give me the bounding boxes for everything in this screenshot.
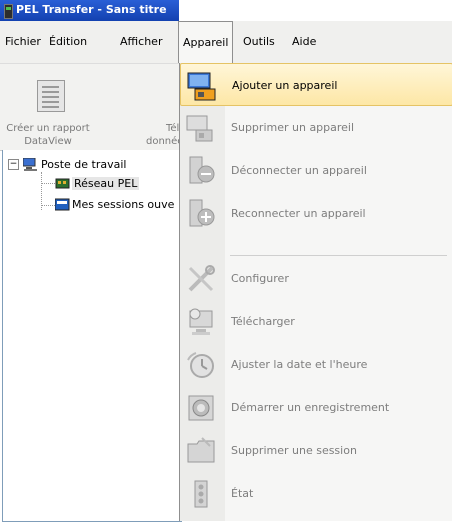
network-icon: [55, 177, 70, 190]
tree-item-poste-de-travail[interactable]: Poste de travail: [41, 158, 126, 171]
status-icon: [186, 479, 216, 509]
clock-adjust-icon: [186, 350, 216, 380]
label: Reconnecter un appareil: [231, 207, 366, 220]
label: Supprimer une session: [231, 444, 357, 457]
label: Déconnecter un appareil: [231, 164, 367, 177]
disconnect-device-icon: [186, 156, 216, 186]
title-bar-background: [179, 0, 452, 21]
menu-item-configurer[interactable]: Configurer: [180, 257, 452, 300]
label: Télécharger: [231, 315, 295, 328]
menu-item-telecharger[interactable]: Télécharger: [180, 300, 452, 343]
label: Ajouter un appareil: [232, 79, 338, 92]
app-icon: [4, 4, 13, 19]
add-device-icon: [187, 71, 217, 101]
menu-item-supprimer-session[interactable]: Supprimer une session: [180, 429, 452, 472]
reconnect-device-icon: [186, 199, 216, 229]
menu-item-ajuster-date-heure[interactable]: Ajuster la date et l'heure: [180, 343, 452, 386]
menu-item-ajouter-appareil[interactable]: Ajouter un appareil: [180, 63, 452, 106]
tree-item-reseau-pel[interactable]: Réseau PEL: [72, 177, 140, 190]
menu-item-reconnecter-appareil[interactable]: Reconnecter un appareil: [180, 192, 452, 235]
download-monitor-icon: [186, 307, 216, 337]
record-start-icon: [186, 393, 216, 423]
menu-bar: Fichier Édition Afficher Appareil Outils…: [0, 21, 452, 64]
menu-appareil[interactable]: Appareil: [178, 21, 234, 63]
label: Démarrer un enregistrement: [231, 401, 390, 414]
collapse-icon[interactable]: −: [8, 159, 19, 170]
menu-aide[interactable]: Aide: [292, 35, 316, 48]
tree-item-mes-sessions[interactable]: Mes sessions ouve: [72, 198, 174, 211]
menu-afficher[interactable]: Afficher: [120, 35, 162, 48]
create-report-label-line2: DataView: [24, 136, 72, 147]
sessions-icon: [54, 198, 70, 211]
label: Ajuster la date et l'heure: [231, 358, 368, 371]
label: Supprimer un appareil: [231, 121, 355, 134]
menu-separator: [230, 255, 447, 256]
title-bar: PEL Transfer - Sans titre: [0, 0, 179, 21]
menu-outils[interactable]: Outils: [243, 35, 275, 48]
tree-view[interactable]: − Poste de travail Réseau PEL Mes sessio…: [2, 150, 182, 522]
delete-session-folder-icon: [186, 436, 216, 466]
menu-item-etat[interactable]: État: [180, 472, 452, 515]
menu-item-supprimer-appareil[interactable]: Supprimer un appareil: [180, 106, 452, 149]
create-report-label-line1: Créer un rapport: [6, 123, 90, 134]
window-title: PEL Transfer - Sans titre: [16, 3, 167, 16]
computer-icon: [22, 157, 38, 171]
report-icon: [37, 80, 65, 112]
remove-device-icon: [186, 113, 216, 143]
menu-item-demarrer-enregistrement[interactable]: Démarrer un enregistrement: [180, 386, 452, 429]
label: Configurer: [231, 272, 289, 285]
menu-fichier[interactable]: Fichier: [5, 35, 41, 48]
label: État: [231, 487, 254, 500]
menu-edition[interactable]: Édition: [49, 35, 87, 48]
menu-item-deconnecter-appareil[interactable]: Déconnecter un appareil: [180, 149, 452, 192]
device-menu-dropdown: Ajouter un appareil Supprimer un apparei…: [179, 63, 452, 521]
configure-tools-icon: [186, 264, 216, 294]
toolbar: Créer un rapport DataView Télé données: [0, 64, 189, 151]
